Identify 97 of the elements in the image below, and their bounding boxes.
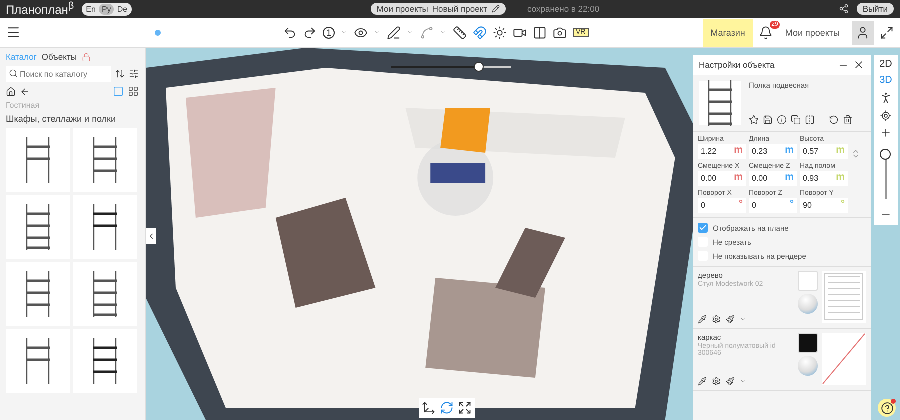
sort-icon[interactable] [115,69,125,79]
magnet-icon[interactable] [473,26,487,40]
save-status: сохранено в 22:00 [528,4,600,14]
profile-button[interactable] [852,20,874,44]
ruler-icon[interactable] [453,26,467,40]
app-logo: Планоплан$^{β}$ [6,1,74,17]
paintbrush-icon[interactable] [726,315,735,324]
trash-icon[interactable] [843,115,853,125]
slider-thumb[interactable] [880,149,891,160]
view-mode-tab[interactable]: 3D [880,75,892,86]
share-icon[interactable] [838,4,849,14]
shelf-drawing [23,269,53,319]
product-card[interactable] [73,329,137,393]
shelf-drawing [23,202,53,252]
status-dot [155,30,161,36]
product-card[interactable] [73,128,137,192]
unit-label: ° [841,199,845,211]
reset-icon[interactable] [829,115,839,125]
pipette-icon[interactable] [698,315,707,324]
fullscreen-icon[interactable] [880,26,894,40]
lock-icon [82,52,91,62]
undo-icon[interactable] [283,26,297,40]
star-icon[interactable] [749,115,759,125]
locate-icon[interactable] [880,110,892,122]
pencil-icon[interactable] [492,5,500,13]
shelf-drawing [23,135,53,185]
search-icon [9,69,18,78]
slider-thumb[interactable] [474,62,484,72]
unit-label: ° [739,199,743,211]
product-card[interactable] [6,128,70,192]
home-icon[interactable] [6,86,16,96]
back-icon[interactable] [20,86,30,96]
walk-icon[interactable] [879,91,893,105]
material-sphere [798,294,818,314]
settings-icon[interactable] [712,377,721,386]
zoom-in-icon[interactable] [880,127,892,139]
product-card[interactable] [73,195,137,259]
unit-label: m [836,145,845,157]
panel-title: Настройки объекта [699,60,775,70]
info-icon[interactable] [777,115,787,125]
unit-label: m [785,172,794,184]
mirror-icon[interactable] [805,115,815,125]
redo-icon[interactable] [303,26,317,40]
product-card[interactable] [6,262,70,326]
chevron-down-icon[interactable] [740,316,747,323]
grid-view-icon[interactable] [128,86,139,97]
unit-label: m [836,172,845,184]
catalog-tab[interactable]: Объекты [42,52,77,62]
material-sphere [798,356,818,376]
help-button[interactable] [878,399,896,417]
scale-icon[interactable] [458,401,472,415]
category-heading: Шкафы, стеллажи и полки [6,114,117,124]
panels-icon[interactable] [533,26,547,40]
notification-dot [891,399,896,404]
user-icon [856,26,870,40]
camera-icon[interactable] [553,26,567,40]
floor-selector[interactable]: 1 [323,26,335,38]
product-card[interactable] [6,329,70,393]
shelf-drawing [23,336,53,386]
filter-icon[interactable] [129,69,139,79]
material-swatch[interactable] [798,271,818,291]
no-texture-preview [822,333,866,385]
language-option[interactable]: Ру [98,4,114,14]
save-icon[interactable] [763,115,773,125]
sun-icon[interactable] [493,26,507,40]
rotate-icon[interactable] [440,401,454,415]
search-field[interactable]: Поиск по каталогу [6,66,111,82]
paintbrush-icon[interactable] [726,377,735,386]
settings-icon[interactable] [712,315,721,324]
unit-label: m [734,172,743,184]
help-icon [880,402,894,414]
unit-label: m [785,145,794,157]
move-3d-icon[interactable] [422,401,436,415]
pipette-icon[interactable] [698,377,707,386]
shop-button[interactable]: Магазин [702,18,754,46]
breadcrumb-link[interactable]: Мои проекты [376,4,428,14]
language-option[interactable]: En [83,4,99,14]
pen-icon[interactable] [387,26,401,40]
product-card[interactable] [6,195,70,259]
chevron-down-icon[interactable] [740,378,747,385]
checkbox[interactable] [698,223,708,233]
bell-icon[interactable] [759,26,774,40]
collapse-sidebar-button[interactable] [146,228,156,244]
material-swatch[interactable] [798,333,818,353]
unit-label: m [734,145,743,157]
copy-icon[interactable] [791,115,801,125]
curve-icon[interactable] [420,26,434,40]
view-mode-tab[interactable]: 2D [880,59,892,70]
unit-label: ° [790,199,794,211]
close-icon[interactable] [853,59,865,71]
language-option[interactable]: De [114,4,131,14]
eye-icon[interactable] [354,26,368,40]
logout-button[interactable]: Выйти [856,3,894,15]
texture-preview [822,271,866,323]
breadcrumb-link[interactable]: Новый проект [432,4,488,14]
product-card[interactable] [73,262,137,326]
menu-icon[interactable] [6,25,21,40]
